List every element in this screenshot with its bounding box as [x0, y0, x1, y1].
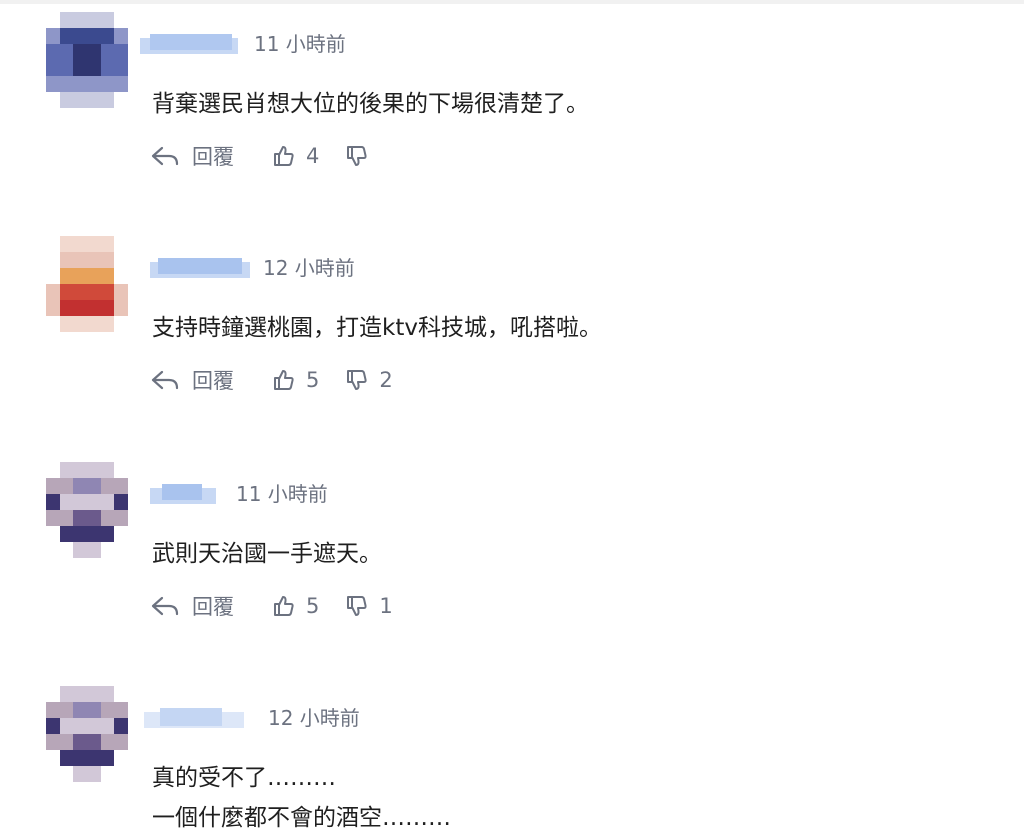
like-count: 4: [306, 144, 320, 168]
comment-line: 真的受不了………: [152, 765, 336, 791]
comment-timestamp: 11 小時前: [236, 482, 328, 506]
reply-arrow-icon: [151, 596, 179, 616]
comment-line: 一個什麼都不會的酒空………: [152, 805, 451, 831]
comment-line: 背棄選民肖想大位的後果的下場很清楚了。: [152, 91, 589, 117]
comment-timestamp: 12 小時前: [268, 706, 360, 730]
reply-button[interactable]: 回覆: [150, 365, 272, 395]
comment-text: 背棄選民肖想大位的後果的下場很清楚了。: [152, 84, 589, 124]
thumbs-up-icon: [274, 370, 294, 390]
thumbs-down-icon: [347, 596, 367, 616]
like-count: 5: [306, 594, 320, 618]
thumbs-up-icon: [274, 146, 294, 166]
like-count: 5: [306, 368, 320, 392]
comment-line: 支持時鐘選桃園，打造ktv科技城，吼搭啦。: [152, 315, 602, 341]
username-blurred[interactable]: [140, 30, 238, 58]
comment-actions: 回覆 4: [150, 138, 379, 174]
reply-arrow-icon: [151, 370, 179, 390]
comment-line: 武則天治國一手遮天。: [152, 541, 382, 567]
reply-label: 回覆: [192, 369, 234, 393]
dislike-count: 1: [379, 594, 393, 618]
reply-button[interactable]: 回覆: [150, 591, 272, 621]
comment-text: 支持時鐘選桃園，打造ktv科技城，吼搭啦。: [152, 308, 602, 348]
username-blurred[interactable]: [150, 254, 250, 282]
username-blurred[interactable]: [150, 480, 216, 508]
like-button[interactable]: 5: [272, 594, 345, 618]
comment-text: 真的受不了……… 一個什麼都不會的酒空………: [152, 758, 451, 832]
avatar[interactable]: [46, 236, 128, 332]
comment-actions: 回覆 5 1: [150, 588, 393, 624]
like-button[interactable]: 5: [272, 368, 345, 392]
dislike-count: 2: [379, 368, 393, 392]
thumbs-down-icon: [347, 146, 367, 166]
avatar[interactable]: [46, 686, 128, 782]
comment-text: 武則天治國一手遮天。: [152, 534, 382, 574]
avatar[interactable]: [46, 462, 128, 558]
thumbs-up-icon: [274, 596, 294, 616]
dislike-button[interactable]: 2: [345, 368, 393, 392]
reply-label: 回覆: [192, 595, 234, 619]
comment-timestamp: 11 小時前: [254, 32, 346, 56]
reply-button[interactable]: 回覆: [150, 141, 272, 171]
like-button[interactable]: 4: [272, 144, 345, 168]
top-divider: [0, 0, 1024, 4]
username-blurred[interactable]: [144, 704, 244, 732]
comment-actions: 回覆 5 2: [150, 362, 393, 398]
dislike-button[interactable]: 1: [345, 594, 393, 618]
reply-label: 回覆: [192, 145, 234, 169]
thumbs-down-icon: [347, 370, 367, 390]
reply-arrow-icon: [151, 146, 179, 166]
comments-page: 11 小時前 背棄選民肖想大位的後果的下場很清楚了。 回覆 4 12 小時前 支…: [0, 0, 1024, 832]
comment-timestamp: 12 小時前: [263, 256, 355, 280]
avatar[interactable]: [46, 12, 128, 108]
dislike-button[interactable]: [345, 144, 379, 168]
